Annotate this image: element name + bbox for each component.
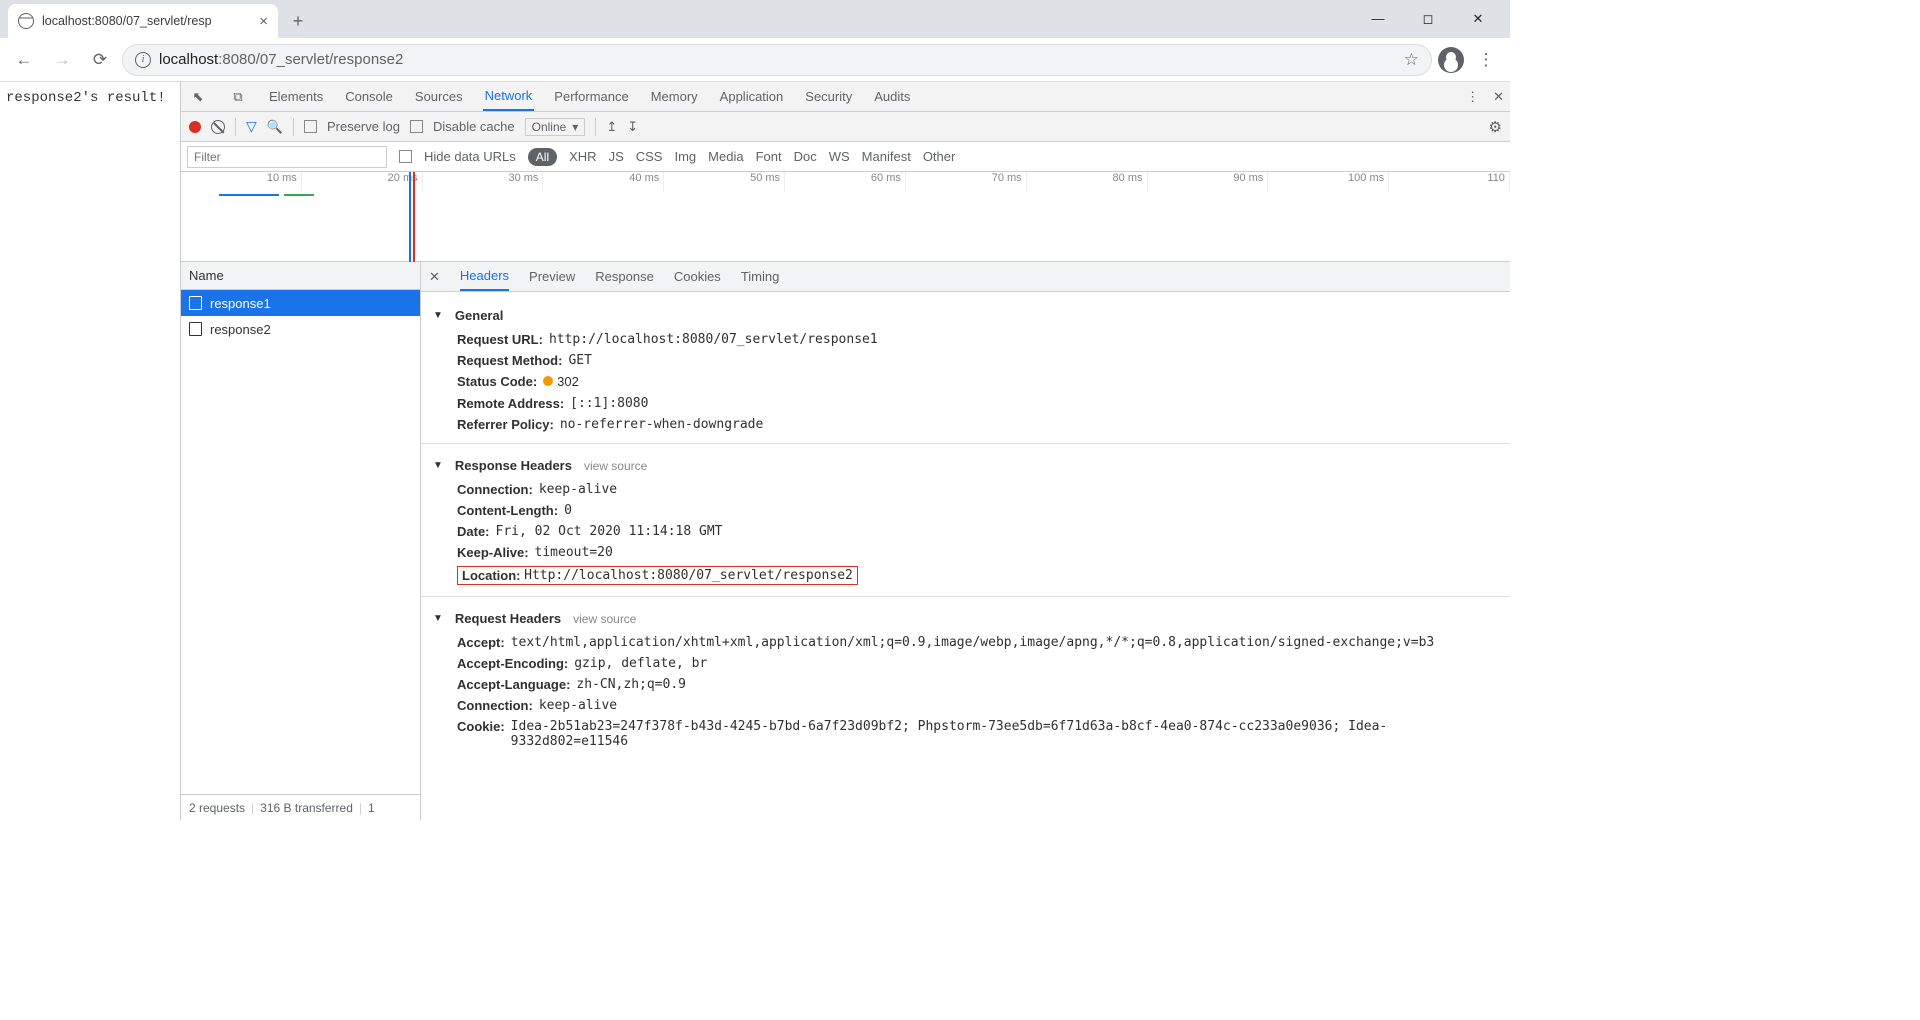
tab-network[interactable]: Network bbox=[483, 82, 535, 111]
devtools-tabs: ⬉ ⧉ Elements Console Sources Network Per… bbox=[181, 82, 1510, 112]
request-row[interactable]: response2 bbox=[181, 316, 420, 342]
detail-tab-headers[interactable]: Headers bbox=[460, 262, 509, 291]
new-tab-button[interactable]: + bbox=[284, 7, 312, 35]
request-details: ✕ Headers Preview Response Cookies Timin… bbox=[421, 262, 1510, 820]
tab-elements[interactable]: Elements bbox=[267, 82, 325, 111]
tab-performance[interactable]: Performance bbox=[552, 82, 630, 111]
close-button[interactable]: ✕ bbox=[1464, 11, 1492, 27]
request-row[interactable]: response1 bbox=[181, 290, 420, 316]
detail-tab-response[interactable]: Response bbox=[595, 262, 654, 291]
filter-media[interactable]: Media bbox=[708, 149, 743, 164]
inspect-element-icon[interactable]: ⬉ bbox=[187, 89, 209, 105]
section-response-headers[interactable]: ▼Response Headersview source bbox=[433, 452, 1498, 479]
browser-toolbar: ← → ⟳ i localhost:8080/07_servlet/respon… bbox=[0, 38, 1510, 82]
preserve-log-checkbox[interactable] bbox=[304, 120, 317, 133]
bookmark-icon[interactable]: ☆ bbox=[1404, 50, 1419, 70]
url-text: localhost:8080/07_servlet/response2 bbox=[159, 51, 403, 68]
devtools-close-icon[interactable]: ✕ bbox=[1493, 89, 1504, 105]
view-source-link[interactable]: view source bbox=[584, 459, 647, 473]
network-timeline[interactable]: 10 ms 20 ms 30 ms 40 ms 50 ms 60 ms 70 m… bbox=[181, 172, 1510, 262]
status-dot-icon bbox=[543, 376, 553, 386]
close-details-icon[interactable]: ✕ bbox=[429, 269, 440, 285]
filter-css[interactable]: CSS bbox=[636, 149, 663, 164]
filter-ws[interactable]: WS bbox=[829, 149, 850, 164]
hide-data-urls-checkbox[interactable] bbox=[399, 150, 412, 163]
tab-application[interactable]: Application bbox=[718, 82, 786, 111]
maximize-button[interactable]: ◻ bbox=[1414, 11, 1442, 27]
preserve-log-label: Preserve log bbox=[327, 119, 400, 134]
filter-input[interactable] bbox=[187, 146, 387, 168]
filter-toggle-icon[interactable]: ▽ bbox=[246, 118, 257, 135]
filter-manifest[interactable]: Manifest bbox=[862, 149, 911, 164]
request-list: Name response1 response2 2 requests| 316… bbox=[181, 262, 421, 820]
devtools-menu-icon[interactable]: ⋮ bbox=[1466, 89, 1479, 105]
file-icon bbox=[189, 322, 202, 336]
profile-avatar[interactable] bbox=[1438, 47, 1464, 73]
tab-audits[interactable]: Audits bbox=[872, 82, 912, 111]
filter-row: Hide data URLs All XHR JS CSS Img Media … bbox=[181, 142, 1510, 172]
site-info-icon[interactable]: i bbox=[135, 52, 151, 68]
back-button[interactable]: ← bbox=[8, 44, 40, 76]
browser-tab[interactable]: localhost:8080/07_servlet/resp × bbox=[8, 4, 278, 38]
filter-font[interactable]: Font bbox=[756, 149, 782, 164]
request-summary: 2 requests| 316 B transferred| 1 bbox=[181, 794, 420, 820]
filter-js[interactable]: JS bbox=[609, 149, 624, 164]
devtools-panel: ⬉ ⧉ Elements Console Sources Network Per… bbox=[180, 82, 1510, 820]
tab-console[interactable]: Console bbox=[343, 82, 395, 111]
throttling-select[interactable]: Online▾ bbox=[525, 118, 586, 136]
tab-title: localhost:8080/07_servlet/resp bbox=[42, 14, 212, 28]
upload-har-icon[interactable]: ↥ bbox=[606, 119, 617, 135]
filter-all[interactable]: All bbox=[528, 148, 557, 166]
reload-button[interactable]: ⟳ bbox=[84, 44, 116, 76]
section-general[interactable]: ▼General bbox=[433, 302, 1498, 329]
page-content: response2's result! bbox=[0, 82, 180, 820]
filter-xhr[interactable]: XHR bbox=[569, 149, 596, 164]
detail-tab-timing[interactable]: Timing bbox=[741, 262, 780, 291]
record-button[interactable] bbox=[189, 121, 201, 133]
download-har-icon[interactable]: ↧ bbox=[627, 119, 638, 135]
view-source-link[interactable]: view source bbox=[573, 612, 636, 626]
device-toolbar-icon[interactable]: ⧉ bbox=[227, 89, 249, 105]
close-tab-icon[interactable]: × bbox=[259, 13, 268, 30]
search-icon[interactable]: 🔍 bbox=[267, 119, 283, 135]
globe-icon bbox=[18, 13, 34, 29]
filter-img[interactable]: Img bbox=[674, 149, 696, 164]
detail-tab-preview[interactable]: Preview bbox=[529, 262, 575, 291]
disable-cache-label: Disable cache bbox=[433, 119, 515, 134]
filter-doc[interactable]: Doc bbox=[794, 149, 817, 164]
column-header-name[interactable]: Name bbox=[181, 262, 420, 290]
highlighted-header: Location: Http://localhost:8080/07_servl… bbox=[457, 566, 858, 585]
window-controls: — ◻ ✕ bbox=[1364, 11, 1510, 27]
detail-tab-cookies[interactable]: Cookies bbox=[674, 262, 721, 291]
tab-strip: localhost:8080/07_servlet/resp × + — ◻ ✕ bbox=[0, 0, 1510, 38]
hide-data-urls-label: Hide data URLs bbox=[424, 149, 516, 164]
address-bar[interactable]: i localhost:8080/07_servlet/response2 ☆ bbox=[122, 44, 1432, 76]
tab-security[interactable]: Security bbox=[803, 82, 854, 111]
settings-icon[interactable]: ⚙ bbox=[1489, 118, 1502, 136]
forward-button[interactable]: → bbox=[46, 44, 78, 76]
file-icon bbox=[189, 296, 202, 310]
disable-cache-checkbox[interactable] bbox=[410, 120, 423, 133]
menu-button[interactable]: ⋮ bbox=[1470, 44, 1502, 76]
network-toolbar: ▽ 🔍 Preserve log Disable cache Online▾ ↥… bbox=[181, 112, 1510, 142]
filter-other[interactable]: Other bbox=[923, 149, 956, 164]
minimize-button[interactable]: — bbox=[1364, 11, 1392, 27]
clear-button[interactable] bbox=[211, 120, 225, 134]
section-request-headers[interactable]: ▼Request Headersview source bbox=[433, 605, 1498, 632]
tab-sources[interactable]: Sources bbox=[413, 82, 465, 111]
tab-memory[interactable]: Memory bbox=[649, 82, 700, 111]
